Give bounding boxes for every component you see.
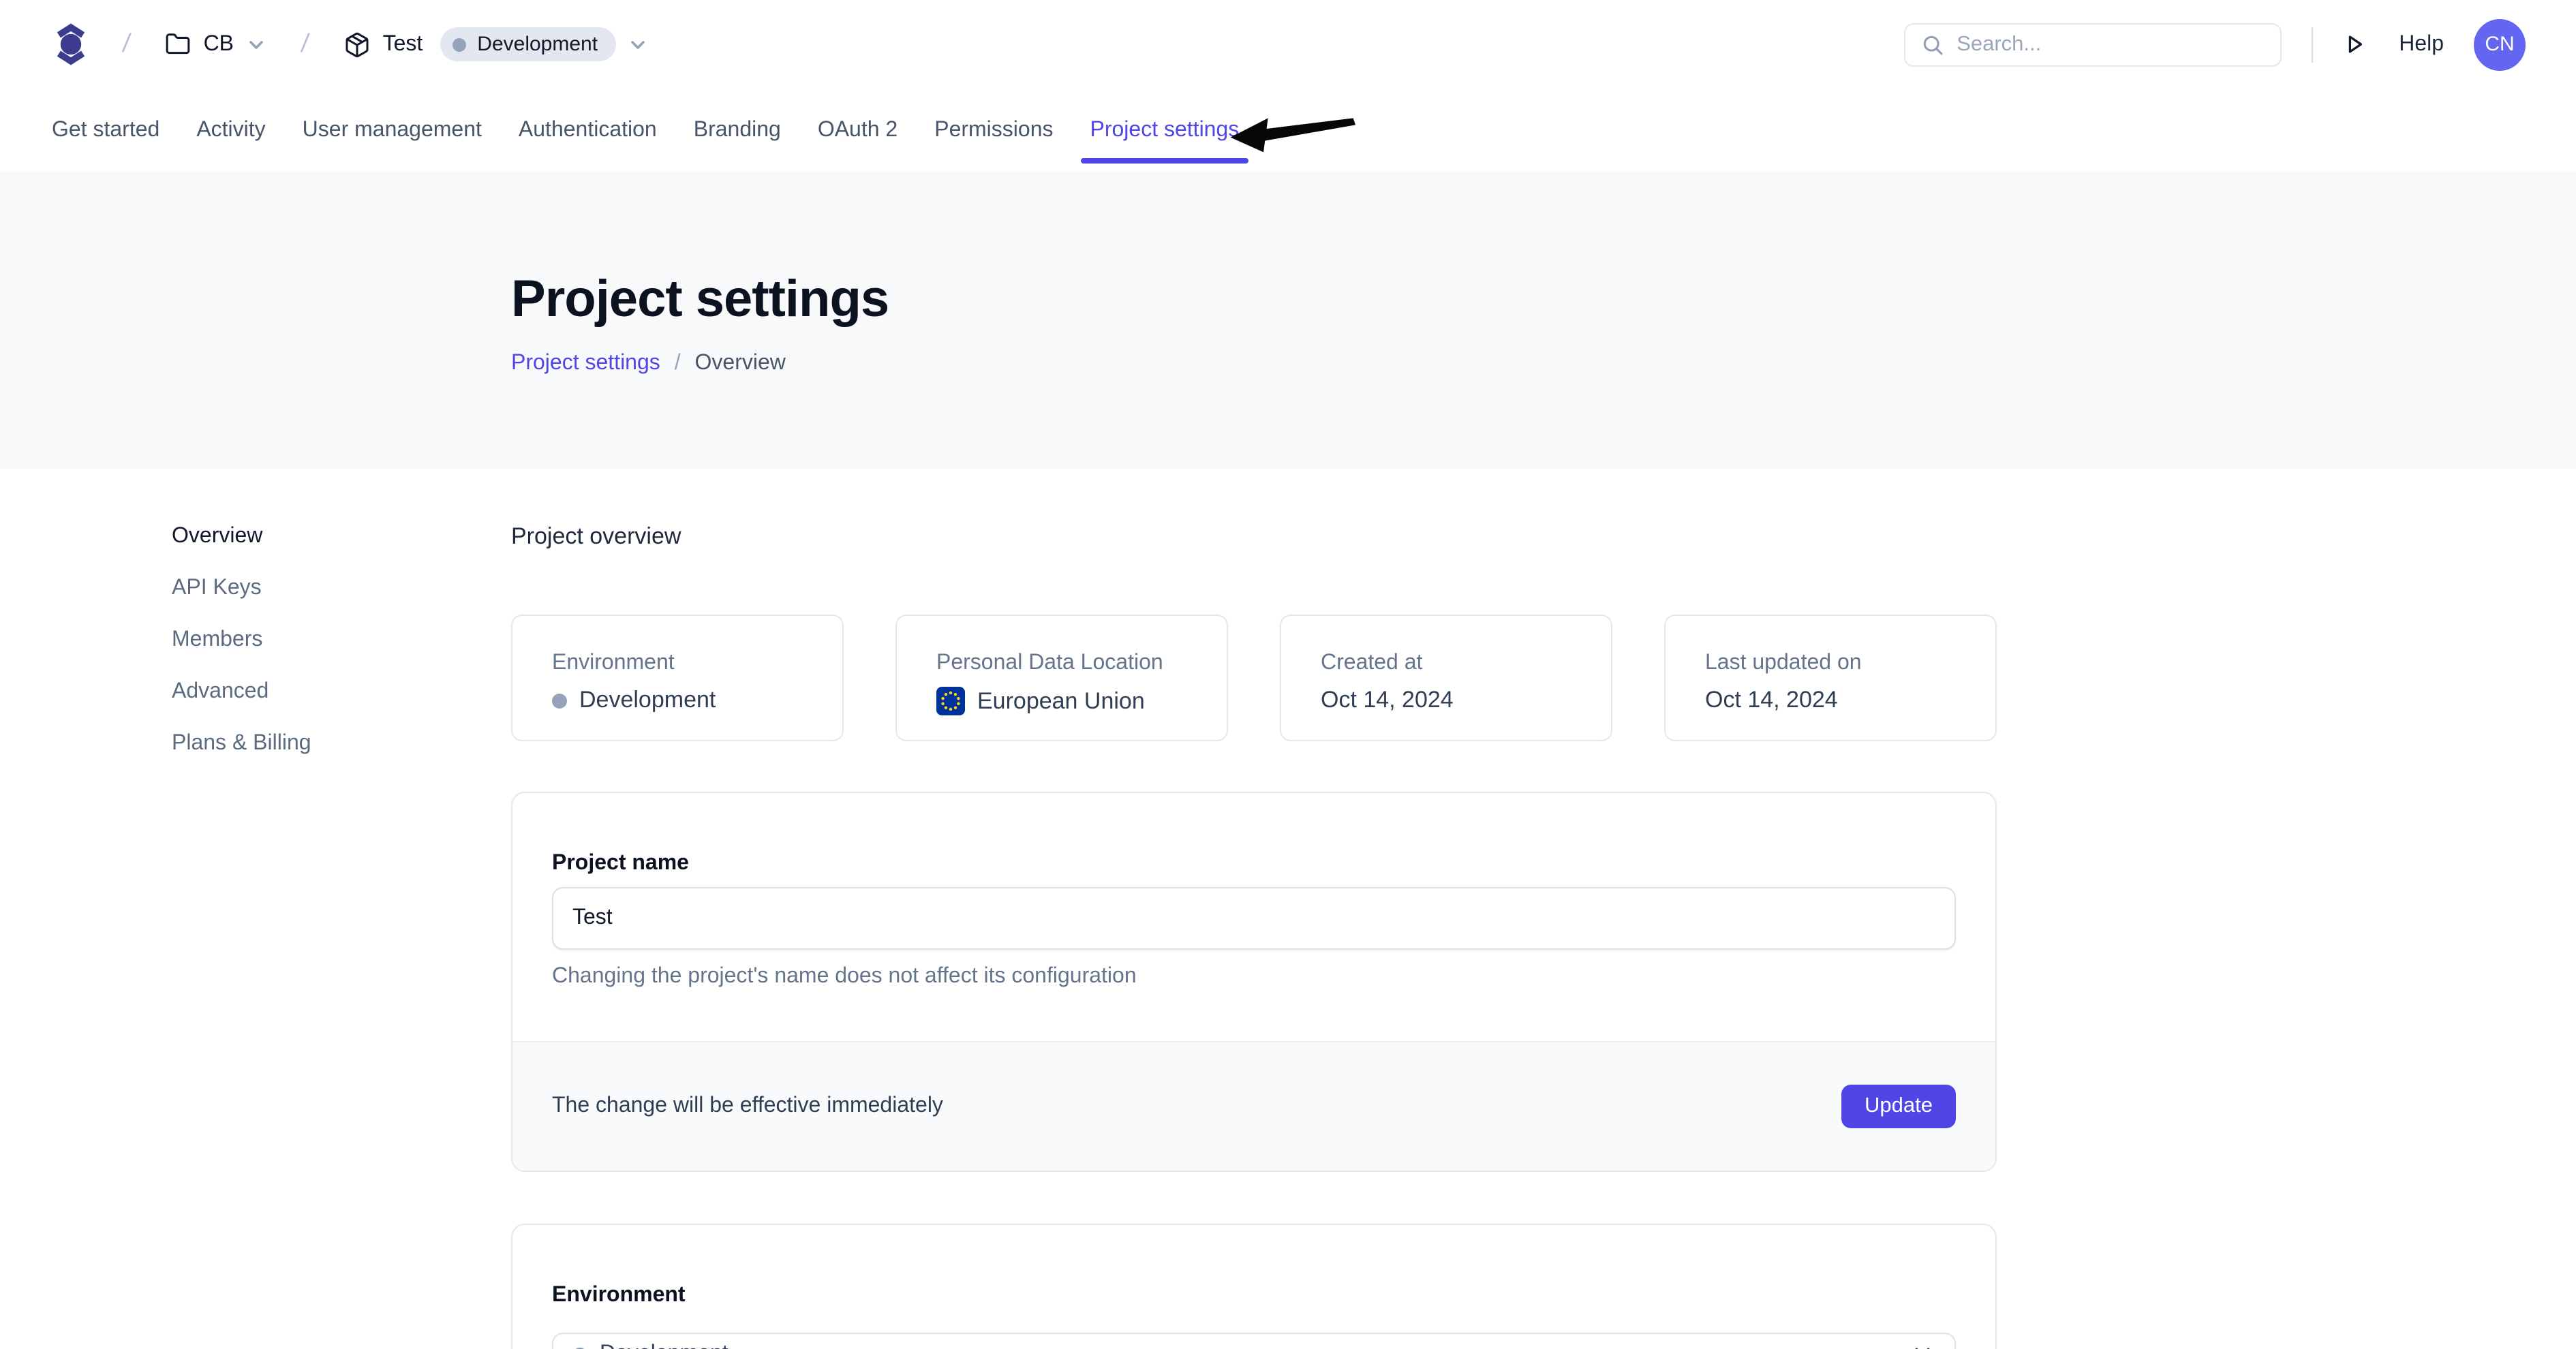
status-dot-icon <box>453 37 466 51</box>
play-icon[interactable] <box>2343 33 2366 56</box>
project-name-card-footer: The change will be effective immediately… <box>512 1041 1995 1170</box>
divider <box>2311 27 2313 62</box>
project-switcher[interactable]: Test Development <box>343 27 647 61</box>
info-card-label: Created at <box>1321 651 1611 676</box>
breadcrumb-link[interactable]: Project settings <box>511 352 660 375</box>
section-title: Project overview <box>511 523 1997 551</box>
info-card-value: Oct 14, 2024 <box>1705 687 1838 714</box>
breadcrumb-separator: / <box>675 352 681 375</box>
search-icon <box>1920 32 1944 57</box>
chevron-down-icon <box>1912 1342 1933 1349</box>
top-bar: / CB / Test <box>0 0 2576 89</box>
environment-card: Environment Development <box>511 1224 1997 1349</box>
breadcrumb-separator: / <box>121 29 132 59</box>
project-name-card: Project name Changing the project's name… <box>511 792 1997 1172</box>
main-panel: Project overview Environment Development… <box>511 523 1997 1349</box>
status-dot-icon <box>552 693 567 708</box>
info-cards-row: Environment Development Personal Data Lo… <box>511 615 1997 741</box>
main-nav: Get started Activity User management Aut… <box>0 89 2576 172</box>
breadcrumb-separator: / <box>298 29 310 59</box>
tab-get-started[interactable]: Get started <box>52 89 159 172</box>
footer-note: The change will be effective immediately <box>552 1094 943 1119</box>
content-area: Overview API Keys Members Advanced Plans… <box>0 469 2576 1349</box>
update-button[interactable]: Update <box>1841 1085 1956 1128</box>
org-name: CB <box>204 32 234 57</box>
sidebar-item-overview[interactable]: Overview <box>172 523 511 551</box>
help-link[interactable]: Help <box>2399 32 2444 57</box>
settings-sidebar: Overview API Keys Members Advanced Plans… <box>0 523 511 1349</box>
tab-authentication[interactable]: Authentication <box>519 89 657 172</box>
tab-branding[interactable]: Branding <box>694 89 781 172</box>
info-card-value: European Union <box>977 687 1145 715</box>
corbado-logo-icon[interactable] <box>55 23 87 65</box>
sidebar-item-plans-billing[interactable]: Plans & Billing <box>172 730 511 758</box>
info-card-label: Environment <box>552 651 842 676</box>
tab-activity[interactable]: Activity <box>196 89 265 172</box>
chevron-down-icon <box>628 35 647 54</box>
tab-user-management[interactable]: User management <box>303 89 482 172</box>
tab-project-settings-label: Project settings <box>1090 119 1240 142</box>
breadcrumb: Project settings / Overview <box>511 352 2576 376</box>
sidebar-item-members[interactable]: Members <box>172 627 511 654</box>
info-card-data-location: Personal Data Location <box>895 615 1228 741</box>
project-name-label: Project name <box>552 850 1956 878</box>
info-card-label: Last updated on <box>1705 651 1995 676</box>
project-name: Test <box>383 32 423 57</box>
info-card-environment: Environment Development <box>511 615 844 741</box>
search-input[interactable] <box>1957 32 2265 57</box>
tab-project-settings[interactable]: Project settings <box>1090 89 1240 172</box>
info-card-last-updated: Last updated on Oct 14, 2024 <box>1664 615 1997 741</box>
environment-label: Environment <box>552 1282 1956 1309</box>
avatar[interactable]: CN <box>2474 18 2526 70</box>
environment-badge-label: Development <box>477 33 598 56</box>
chevron-down-icon <box>246 35 265 54</box>
project-name-helper: Changing the project's name does not aff… <box>552 965 1956 989</box>
environment-select-value: Development <box>600 1342 729 1349</box>
page-title: Project settings <box>511 271 2576 330</box>
tab-permissions[interactable]: Permissions <box>934 89 1053 172</box>
sidebar-item-advanced[interactable]: Advanced <box>172 679 511 706</box>
breadcrumb-current: Overview <box>695 352 786 375</box>
environment-badge: Development <box>440 27 615 61</box>
sidebar-item-api-keys[interactable]: API Keys <box>172 575 511 602</box>
org-switcher[interactable]: CB <box>166 31 265 57</box>
search-box[interactable] <box>1903 22 2281 66</box>
project-name-input[interactable] <box>552 887 1956 950</box>
info-card-value: Oct 14, 2024 <box>1321 687 1454 714</box>
package-icon <box>343 31 371 58</box>
info-card-value: Development <box>579 687 716 714</box>
environment-select[interactable]: Development <box>552 1333 1956 1349</box>
tab-oauth2[interactable]: OAuth 2 <box>818 89 898 172</box>
eu-flag-icon <box>936 687 965 715</box>
folder-icon <box>166 31 191 57</box>
info-card-label: Personal Data Location <box>936 651 1227 676</box>
page-header: Project settings Project settings / Over… <box>0 172 2576 469</box>
info-card-created-at: Created at Oct 14, 2024 <box>1280 615 1612 741</box>
